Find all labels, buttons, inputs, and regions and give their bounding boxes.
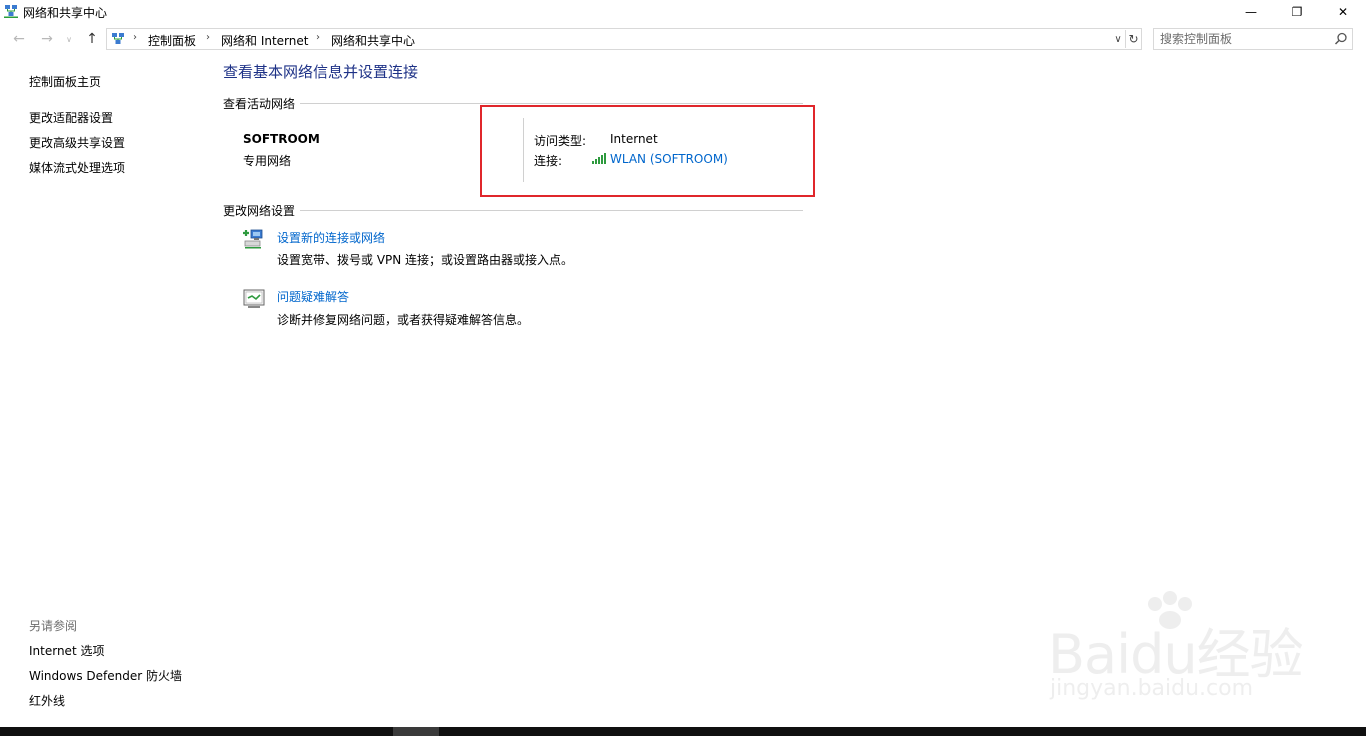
change-settings-heading: 更改网络设置 (223, 204, 296, 218)
address-bar[interactable]: › 控制面板 › 网络和 Internet › 网络和共享中心 ∨ ↻ (106, 28, 1142, 50)
recent-locations-button[interactable]: ∨ (62, 30, 76, 48)
breadcrumb-control-panel[interactable]: 控制面板 (148, 32, 196, 49)
refresh-button[interactable]: ↻ (1125, 30, 1141, 48)
network-type: 专用网络 (243, 154, 292, 168)
window-title: 网络和共享中心 (23, 6, 108, 20)
change-adapter-settings-link[interactable]: 更改适配器设置 (29, 109, 113, 126)
page-title: 查看基本网络信息并设置连接 (223, 63, 419, 81)
breadcrumb-separator[interactable]: › (206, 32, 210, 43)
troubleshoot-problems-link[interactable]: 问题疑难解答 (277, 288, 349, 305)
troubleshoot-problems-description: 诊断并修复网络问题，或者获得疑难解答信息。 (277, 313, 530, 327)
forward-button[interactable]: → (37, 30, 57, 48)
search-icon[interactable] (1334, 32, 1348, 46)
control-panel-home-link[interactable]: 控制面板主页 (29, 73, 101, 90)
change-advanced-sharing-link[interactable]: 更改高级共享设置 (29, 134, 125, 151)
highlight-annotation-box (480, 105, 815, 197)
address-dropdown-button[interactable]: ∨ (1111, 31, 1125, 47)
breadcrumb-network-sharing-center[interactable]: 网络和共享中心 (331, 32, 415, 49)
back-button[interactable]: ← (9, 30, 29, 48)
setup-new-connection-description: 设置宽带、拨号或 VPN 连接；或设置路由器或接入点。 (277, 253, 574, 267)
search-box[interactable] (1153, 28, 1353, 50)
baidu-jingyan-watermark: Baidu经验 jingyan.baidu.com (1040, 590, 1304, 710)
troubleshoot-icon (243, 289, 265, 308)
navigation-bar: ← → ∨ ↑ › 控制面板 › 网络和 Internet › 网络和共享中心 … (0, 26, 1366, 52)
breadcrumb-network-internet[interactable]: 网络和 Internet (221, 32, 308, 49)
section-divider (300, 210, 803, 211)
up-button[interactable]: ↑ (82, 30, 102, 48)
change-settings-section-header: 更改网络设置 (223, 202, 803, 218)
title-bar: 网络和共享中心 — ❐ ✕ (0, 0, 1366, 24)
close-button[interactable]: ✕ (1320, 0, 1366, 24)
windows-defender-firewall-link[interactable]: Windows Defender 防火墙 (29, 667, 182, 684)
internet-options-link[interactable]: Internet 选项 (29, 642, 104, 659)
section-divider (300, 103, 803, 104)
search-input[interactable] (1160, 31, 1330, 47)
taskbar-active-item[interactable] (393, 727, 439, 736)
see-also-heading: 另请参阅 (29, 619, 78, 633)
network-center-icon (4, 5, 18, 18)
watermark-url-text: jingyan.baidu.com (1050, 676, 1254, 701)
taskbar (0, 727, 1366, 736)
new-connection-icon (243, 229, 263, 249)
setup-new-connection-link[interactable]: 设置新的连接或网络 (277, 229, 385, 246)
media-streaming-options-link[interactable]: 媒体流式处理选项 (29, 159, 125, 176)
minimize-button[interactable]: — (1228, 0, 1274, 24)
network-name: SOFTROOM (243, 132, 320, 146)
breadcrumb-separator[interactable]: › (133, 32, 137, 43)
active-networks-heading: 查看活动网络 (223, 97, 296, 111)
control-panel-icon (112, 33, 124, 44)
breadcrumb-separator[interactable]: › (316, 32, 320, 43)
maximize-button[interactable]: ❐ (1274, 0, 1320, 24)
infrared-link[interactable]: 红外线 (29, 692, 65, 709)
